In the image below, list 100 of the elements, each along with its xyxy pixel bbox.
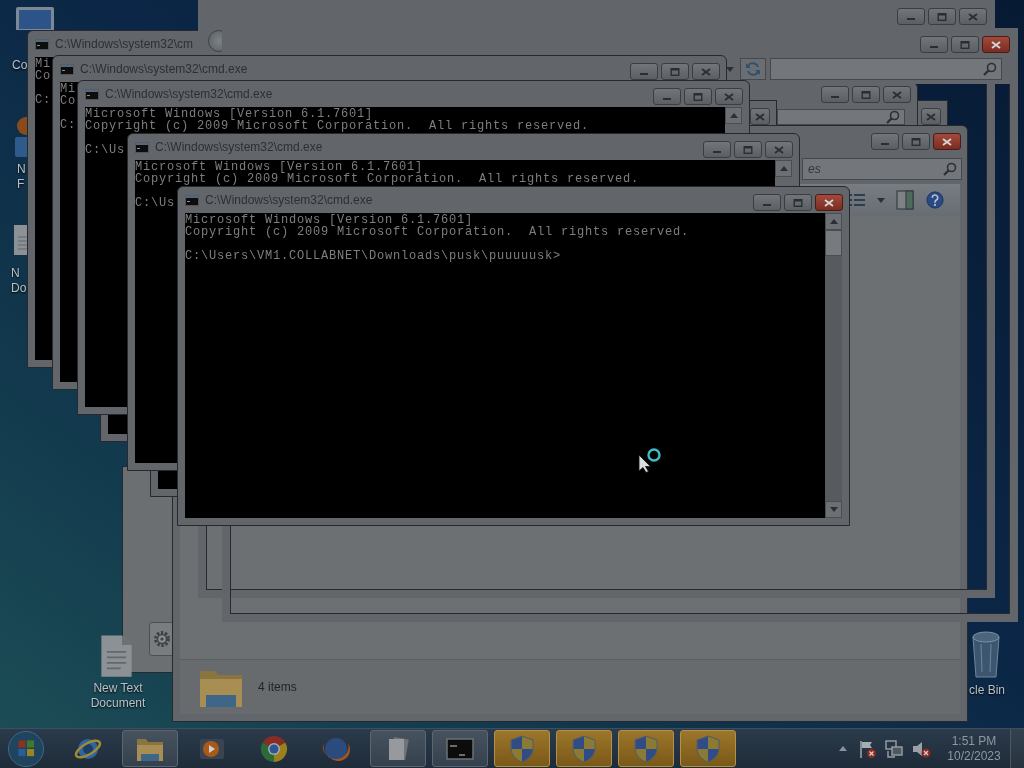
refresh-icon [745,61,761,77]
close-icon [755,112,765,121]
app-icon[interactable] [13,116,27,158]
icon-label: Document [90,696,146,711]
scroll-up-button[interactable] [775,160,792,177]
window-title: C:\Windows\system32\cmd.exe [105,87,273,101]
minimize-button[interactable] [653,88,681,105]
maximize-icon [693,92,703,101]
network-icon[interactable] [884,738,904,759]
search-field[interactable] [777,109,905,125]
console-text: Copyright (c) 2009 Microsoft Corporation. All rights reserved. [85,120,590,132]
icon-label: Do [11,281,27,296]
console-text: Copyright (c) 2009 Microsoft Corporation. All rights reserved. [135,173,640,185]
show-desktop-button[interactable] [1010,729,1024,768]
close-button[interactable] [815,194,843,211]
refresh-button[interactable] [740,58,766,80]
maximize-button[interactable] [852,86,880,103]
maximize-button[interactable] [684,88,712,105]
shield-icon [569,733,599,764]
close-icon [926,112,936,121]
chrome-icon [259,733,289,764]
clock-button[interactable]: 1:51 PM 10/2/2023 [944,733,1004,764]
console-text: Copyright (c) 2009 Microsoft Corporation. All rights reserved. [185,226,690,238]
caret-icon [877,197,885,203]
close-icon [942,137,952,146]
icon-label: New Text [93,681,143,696]
close-button[interactable] [982,36,1010,53]
maximize-icon [743,145,753,154]
icon-label: Co [12,58,28,73]
maximize-button[interactable] [734,141,762,158]
gear-icon [153,630,171,648]
search-icon [943,162,957,176]
shield-icon [631,733,661,764]
preview-pane-button[interactable] [894,188,916,212]
caret-icon [829,507,838,512]
caret-icon [829,219,838,224]
maximize-icon [911,137,921,146]
preview-pane-icon [896,190,914,210]
taskbar-button[interactable] [432,730,488,767]
shield-icon [507,733,537,764]
close-icon [991,40,1001,49]
minimize-button[interactable] [703,141,731,158]
view-options-icon [848,193,866,207]
close-icon [701,67,711,76]
minimize-button[interactable] [753,194,781,211]
minimize-button[interactable] [871,133,899,150]
start-orb-icon [7,729,45,768]
icon-label: cle Bin [969,683,1006,698]
maximize-button[interactable] [661,63,689,80]
scroll-up-button[interactable] [725,107,742,124]
icon-label: F [17,177,25,192]
maximize-button[interactable] [928,8,956,25]
console-text: Microsoft Windows [Version 6.1.7601] [185,214,474,226]
window-title: C:\Windows\system32\cmd.exe [205,193,373,207]
maximize-icon [793,198,803,207]
help-button[interactable] [924,188,946,212]
minimize-button[interactable] [897,8,925,25]
console-text: Microsoft Windows [Version 6.1.7601] [135,161,424,173]
taskbar-button[interactable] [618,730,674,767]
console-text: Co [35,70,51,82]
minimize-button[interactable] [821,86,849,103]
maximize-icon [670,67,680,76]
document-icon[interactable] [13,224,27,256]
taskbar-button[interactable] [494,730,550,767]
help-icon [926,190,944,210]
terminal-icon [85,88,99,100]
console-prompt: C: [60,119,76,131]
scrollbar[interactable] [825,213,842,518]
close-icon [824,198,834,207]
window-title: C:\Windows\system32\cm [55,37,194,51]
terminal-icon [35,38,49,50]
taskbar-button[interactable] [370,730,426,767]
search-field[interactable]: es [802,158,962,180]
console-text: Microsoft Windows [Version 6.1.7601] [85,108,374,120]
taskbar-button[interactable] [680,730,736,767]
settings-button[interactable] [149,622,173,656]
console-prompt: C: [35,94,51,106]
minimize-button[interactable] [630,63,658,80]
taskbar-button[interactable] [556,730,612,767]
flag-icon[interactable] [857,738,877,759]
minimize-button[interactable] [920,36,948,53]
close-button[interactable] [933,133,961,150]
trash-bin-icon[interactable] [970,630,1002,678]
monitor-icon[interactable] [14,6,56,30]
icon-label: N [17,162,26,177]
window-title: C:\Windows\system32\cmd.exe [80,62,248,76]
console-text: Mi [35,58,51,70]
terminal-icon [135,141,149,153]
console-text: Mi [60,83,76,95]
maximize-icon [937,12,947,21]
icon-label: N [11,266,20,281]
document-icon[interactable] [100,634,133,678]
scroll-down-button[interactable] [825,501,842,518]
taskbar-button[interactable] [122,730,178,767]
close-icon [724,92,734,101]
window-title: C:\Windows\system32\cmd.exe [155,140,323,154]
maximize-icon [960,40,970,49]
scroll-thumb[interactable] [825,230,842,256]
console-text: Co [60,95,76,107]
search-field[interactable] [770,58,1002,80]
